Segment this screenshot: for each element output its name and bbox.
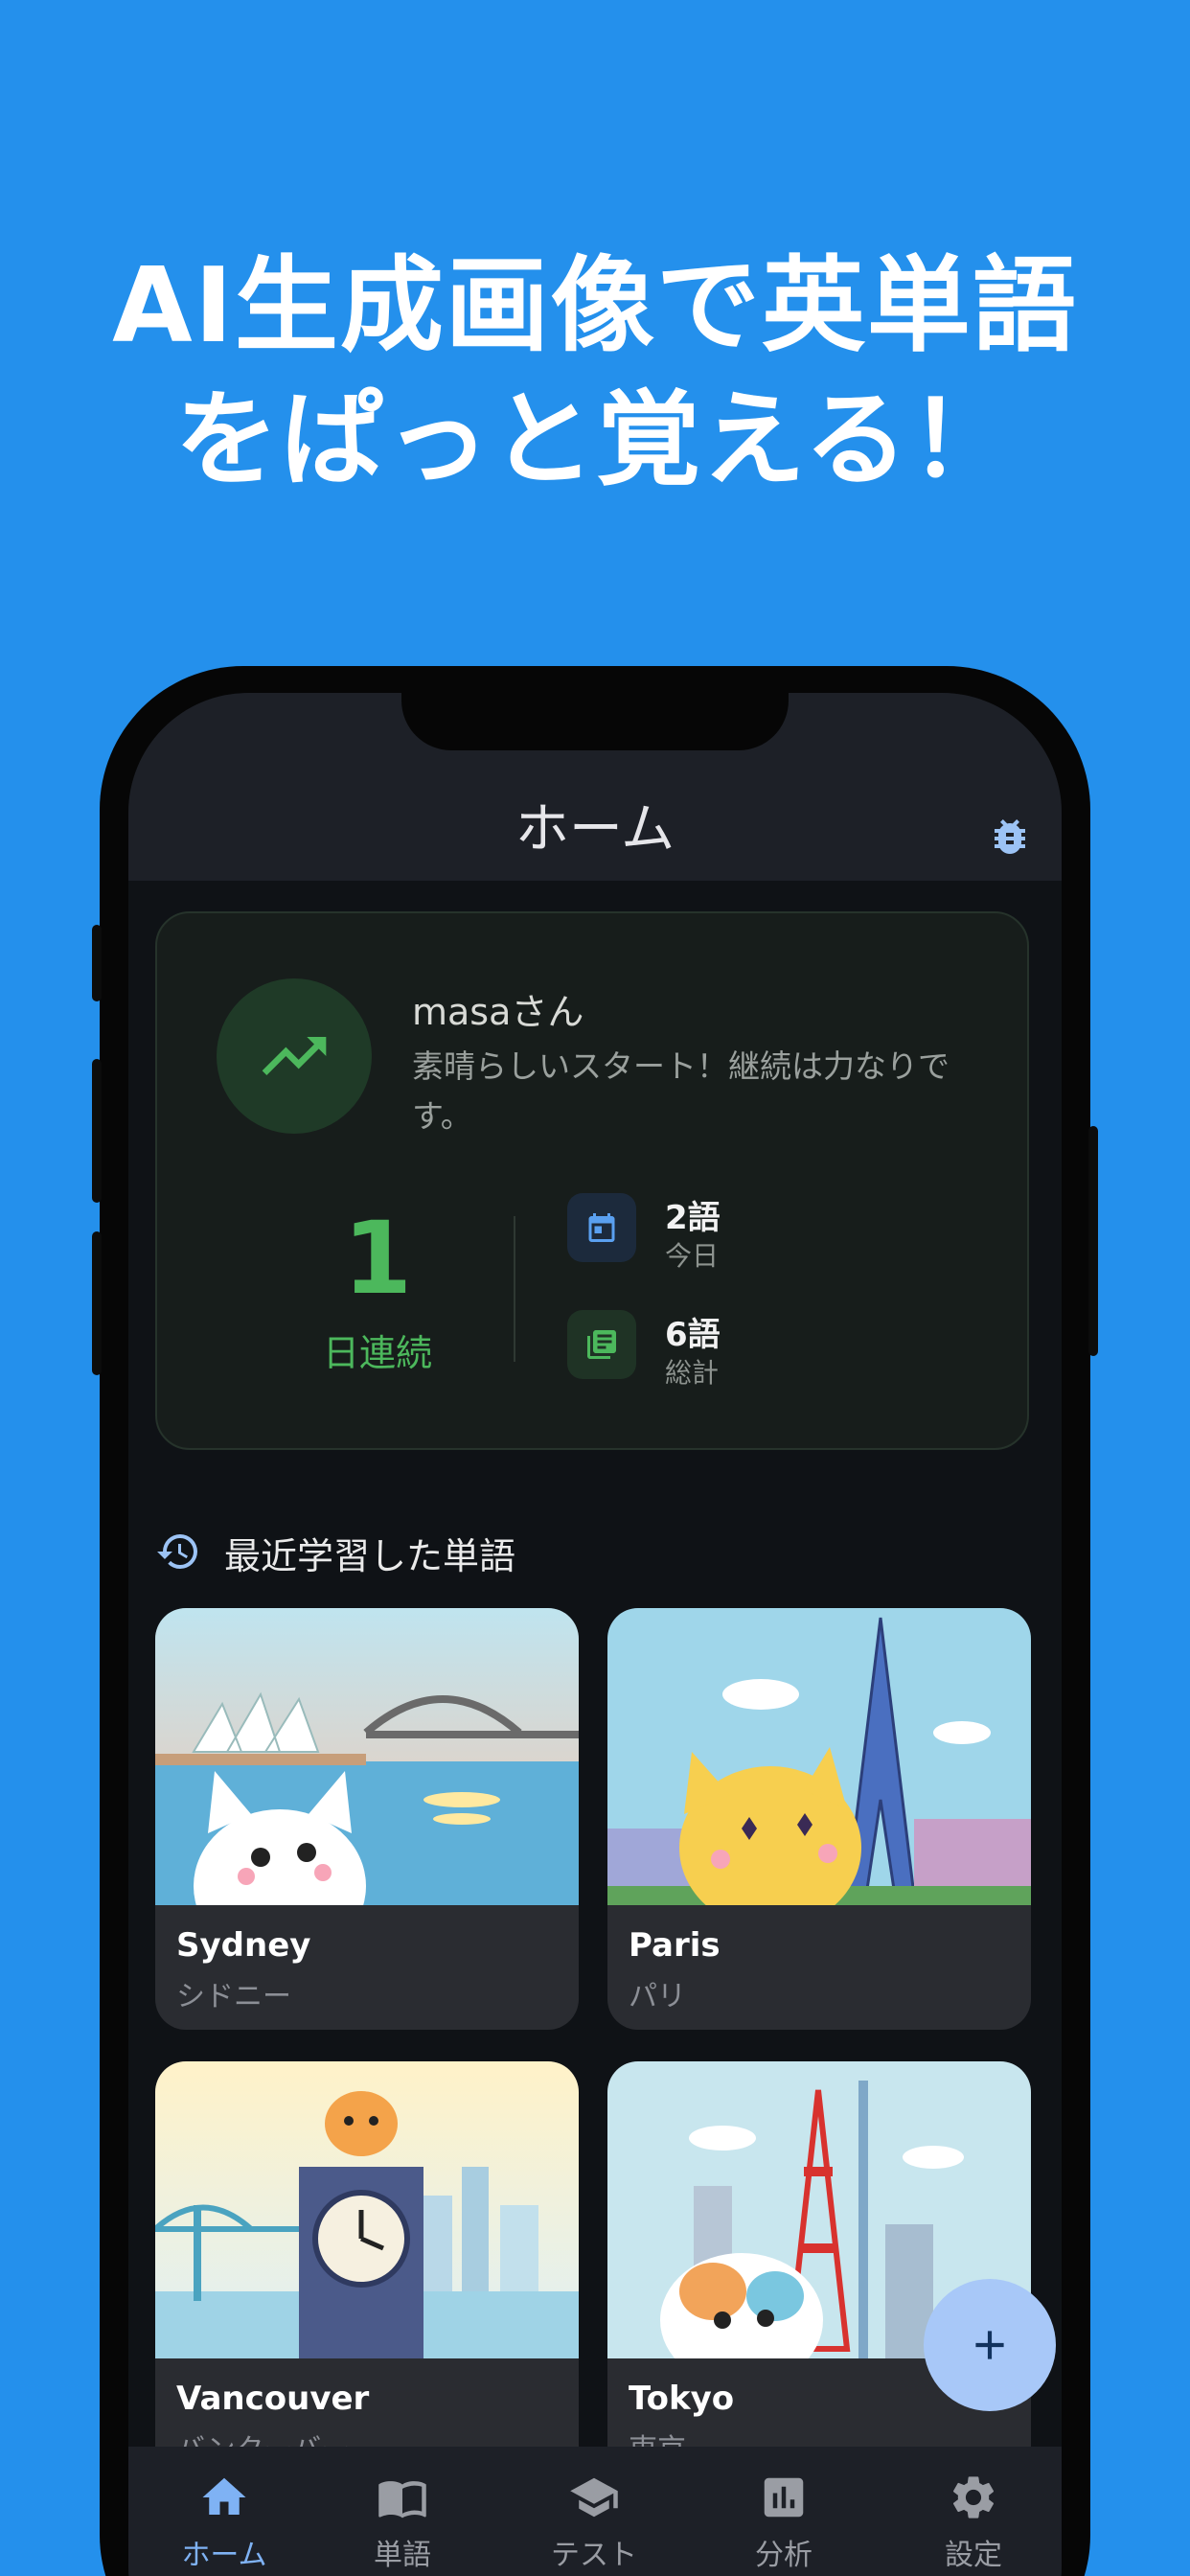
word-card-vancouver[interactable]: Vancouver バンクーバー	[155, 2061, 579, 2483]
nav-test[interactable]: テスト	[517, 2472, 671, 2576]
today-stat-icon-box	[567, 1193, 636, 1262]
word-card-paris[interactable]: Paris パリ	[607, 1608, 1031, 2030]
phone-notch	[401, 693, 789, 750]
word-english: Tokyo	[629, 2380, 735, 2418]
word-english: Sydney	[176, 1926, 311, 1965]
word-japanese: パリ	[629, 1980, 686, 2013]
plus-icon	[975, 2331, 1004, 2359]
word-card-tokyo[interactable]: Tokyo 東京	[607, 2061, 1031, 2483]
avatar	[217, 978, 372, 1134]
word-card-sydney[interactable]: Sydney シドニー	[155, 1608, 579, 2030]
today-label: 今日	[665, 1240, 720, 1272]
nav-label: ホーム	[181, 2539, 267, 2572]
progress-card: masaさん 素晴らしいスタート！継続は力なりです。 1 日連続 2語 今日 6…	[155, 911, 1029, 1450]
nav-settings[interactable]: 設定	[897, 2472, 1050, 2576]
chart-icon	[764, 2477, 804, 2518]
add-word-button[interactable]	[924, 2279, 1056, 2411]
nav-home[interactable]: ホーム	[148, 2472, 301, 2576]
trending-up-icon	[262, 1037, 327, 1075]
school-icon	[570, 2477, 618, 2518]
streak-label: 日連続	[322, 1332, 432, 1374]
nav-label: テスト	[551, 2539, 637, 2572]
bottom-navigation: ホーム 単語 テスト 分析 設定	[128, 2447, 1062, 2576]
streak-count: 1	[342, 1200, 413, 1317]
today-count: 2語	[665, 1199, 721, 1237]
phone-volume-down	[92, 1231, 102, 1375]
book-icon	[378, 2481, 426, 2518]
headline-line-2: をぱっと覚える！	[174, 380, 1016, 500]
calendar-icon	[588, 1213, 615, 1242]
nav-words[interactable]: 単語	[326, 2472, 479, 2576]
phone-frame: ホーム masaさん 素晴らしいスタート！継続は力なりです。 1 日連続 2語 …	[92, 666, 1098, 2576]
phone-volume-up	[92, 1059, 102, 1203]
encouragement-message: 素晴らしいスタート！継続は力なりです。	[412, 1047, 950, 1135]
phone-power-button	[1088, 1126, 1098, 1356]
home-icon	[202, 2477, 246, 2515]
word-japanese: シドニー	[176, 1980, 291, 2013]
promo-headline: AI生成画像で英単語 をぱっと覚える！	[0, 240, 1190, 508]
app-screen: ホーム masaさん 素晴らしいスタート！継続は力なりです。 1 日連続 2語 …	[128, 693, 1062, 2576]
stats-divider	[514, 1216, 515, 1362]
nav-label: 単語	[374, 2539, 431, 2572]
library-books-icon	[587, 1330, 616, 1359]
section-title-recent: 最近学習した単語	[224, 1535, 516, 1577]
word-image-vancouver	[155, 2061, 579, 2358]
word-image-sydney	[155, 1608, 579, 1905]
history-icon	[157, 1534, 197, 1569]
word-image-paris	[607, 1608, 1031, 1905]
nav-label: 設定	[945, 2539, 1002, 2572]
headline-line-1: AI生成画像で英単語	[112, 246, 1078, 366]
user-name: masaさん	[412, 991, 584, 1033]
phone-mute-switch	[92, 925, 102, 1001]
word-english: Vancouver	[176, 2380, 370, 2418]
gear-icon	[952, 2476, 995, 2518]
total-count: 6語	[665, 1316, 721, 1354]
bug-icon[interactable]	[987, 814, 1033, 860]
page-title: ホーム	[515, 798, 675, 861]
total-label: 総計	[665, 1357, 720, 1389]
nav-analytics[interactable]: 分析	[707, 2472, 860, 2576]
total-stat-icon-box	[567, 1310, 636, 1379]
word-english: Paris	[629, 1926, 721, 1965]
nav-label: 分析	[755, 2539, 812, 2572]
